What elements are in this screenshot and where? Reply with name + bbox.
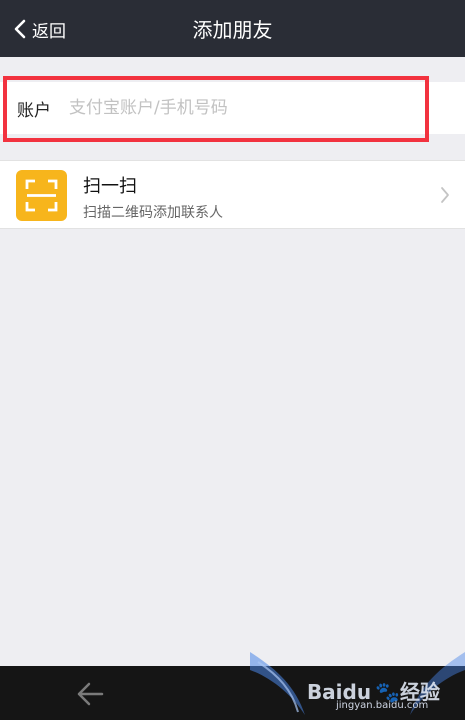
page-title: 添加朋友 [192, 18, 273, 42]
account-row: 账户 [0, 82, 465, 134]
top-bar: 返回 添加朋友 [0, 0, 465, 57]
account-label: 账户 [17, 100, 51, 121]
scan-row[interactable]: 扫一扫 扫描二维码添加联系人 [0, 160, 465, 229]
scan-title: 扫一扫 [83, 176, 137, 197]
scan-subtitle: 扫描二维码添加联系人 [83, 205, 223, 221]
watermark-url: jingyan.baidu.com [336, 700, 429, 711]
account-input[interactable] [69, 98, 429, 118]
scan-icon [16, 170, 67, 221]
chevron-right-icon [441, 187, 449, 203]
